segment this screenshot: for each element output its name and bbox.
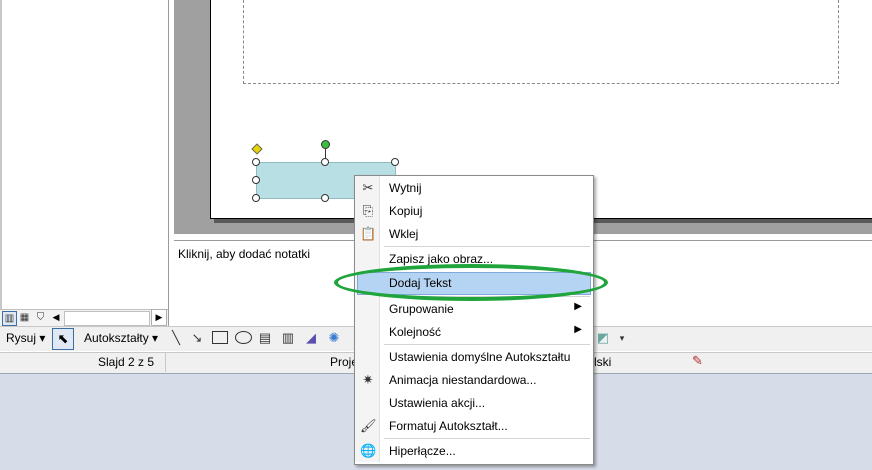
menu-item-label: Ustawienia domyślne Autokształtu [389, 350, 571, 364]
vertical-text-box-icon[interactable]: ▥ [280, 329, 296, 347]
submenu-arrow-icon: ▶ [574, 324, 582, 335]
outline-pane-edge [0, 0, 2, 326]
copy-icon: ⎘ [362, 203, 374, 218]
submenu-arrow-icon: ▶ [574, 301, 582, 312]
menu-item-label: Grupowanie [389, 302, 454, 316]
autoshapes-menu-button[interactable]: Autokształty ▾ [84, 329, 158, 347]
wordart-icon[interactable]: ◢ [303, 329, 319, 347]
resize-handle-bottom[interactable] [321, 194, 329, 202]
status-divider [165, 352, 166, 372]
draw-menu-button[interactable]: Rysuj ▾ [6, 329, 45, 347]
resize-handle-top-left[interactable] [252, 158, 260, 166]
status-slide-counter: Slajd 2 z 5 [98, 355, 155, 369]
diagram-icon[interactable]: ✺ [326, 329, 342, 347]
resize-handle-bottom-left[interactable] [252, 194, 260, 202]
scroll-left-icon[interactable]: ◀ [50, 311, 62, 324]
content-placeholder[interactable] [243, 0, 839, 84]
text-box-icon[interactable]: ▤ [257, 329, 273, 347]
line-icon[interactable]: ╲ [168, 329, 184, 347]
menu-separator [384, 246, 590, 247]
3d-style-dropdown-icon[interactable]: ▾ [614, 329, 630, 347]
arrow-icon[interactable]: ↘ [189, 329, 205, 347]
slide-sorter-view-icon[interactable]: ▦ [18, 311, 31, 324]
menu-item-grouping[interactable]: Grupowanie ▶ [356, 298, 590, 320]
rectangle-icon[interactable] [212, 331, 228, 344]
menu-separator [384, 344, 590, 345]
spellcheck-icon[interactable]: ✎ [692, 353, 703, 369]
hyperlink-icon: 🌐 [360, 443, 377, 458]
notes-placeholder-text[interactable]: Kliknij, aby dodać notatki [178, 247, 310, 261]
resize-handle-left[interactable] [252, 176, 260, 184]
menu-item-label: Hiperłącze... [389, 444, 456, 458]
normal-view-icon[interactable]: ▥ [2, 311, 17, 326]
resize-handle-top-right[interactable] [391, 158, 399, 166]
resize-handle-top[interactable] [321, 158, 329, 166]
horizontal-scrollbar[interactable] [64, 311, 150, 326]
paste-icon: 📋 [360, 226, 377, 241]
menu-item-label: Animacja niestandardowa... [389, 373, 537, 387]
menu-item-copy[interactable]: ⎘ Kopiuj [356, 200, 590, 222]
menu-item-label: Ustawienia akcji... [389, 396, 486, 410]
menu-item-hyperlink[interactable]: 🌐 Hiperłącze... [356, 440, 590, 462]
menu-item-cut[interactable]: ✂ Wytnij [356, 177, 590, 199]
format-icon: 🖌 [360, 418, 377, 433]
select-pointer-icon[interactable]: ⬉ [52, 328, 74, 350]
menu-item-custom-animation[interactable]: ✷ Animacja niestandardowa... [356, 369, 590, 391]
menu-item-paste[interactable]: 📋 Wklej [356, 223, 590, 245]
menu-item-label: Wytnij [389, 181, 422, 195]
menu-item-label: Wklej [389, 227, 419, 241]
rotation-handle[interactable] [321, 140, 330, 149]
scissors-icon: ✂ [362, 180, 374, 195]
menu-item-label: Kopiuj [389, 204, 423, 218]
menu-item-label: Formatuj Autokształt... [389, 419, 508, 433]
menu-item-order[interactable]: Kolejność ▶ [356, 321, 590, 343]
animation-icon: ✷ [362, 372, 374, 387]
menu-separator [384, 438, 590, 439]
menu-item-action-settings[interactable]: Ustawienia akcji... [356, 392, 590, 414]
menu-item-autoshape-defaults[interactable]: Ustawienia domyślne Autokształtu [356, 346, 590, 368]
menu-item-label: Kolejność [389, 325, 442, 339]
status-language: lski [594, 355, 612, 369]
oval-icon[interactable] [235, 331, 252, 344]
3d-style-icon[interactable]: ◩ [595, 329, 611, 347]
outline-pane[interactable] [0, 0, 169, 326]
menu-item-format-autoshape[interactable]: 🖌 Formatuj Autokształt... [356, 415, 590, 437]
scroll-right-icon[interactable]: ▶ [151, 309, 167, 326]
highlight-ellipse-annotation [334, 264, 608, 301]
slide-show-view-icon[interactable]: ⛉ [34, 311, 47, 324]
